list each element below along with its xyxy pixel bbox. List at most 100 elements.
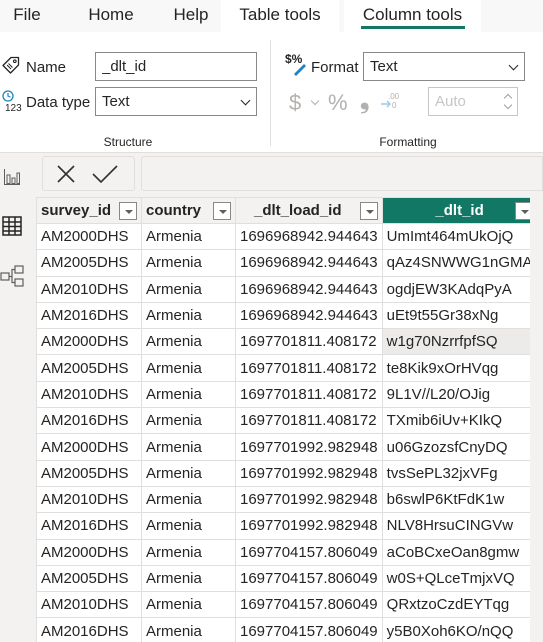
cell-dlt-load-id[interactable]: 1696968942.944643 bbox=[235, 249, 383, 277]
cell-country[interactable]: Armenia bbox=[141, 485, 236, 514]
cell-dlt-id[interactable]: b6swlP6KtFdK1w bbox=[381, 485, 538, 514]
table-icon[interactable] bbox=[2, 216, 22, 241]
cell-country[interactable]: Armenia bbox=[141, 249, 236, 277]
cell-dlt-load-id[interactable]: 1697704157.806049 bbox=[235, 591, 383, 619]
cell-dlt-id[interactable]: w0S+QLceTmjxVQ bbox=[381, 564, 538, 593]
cell-survey-id[interactable]: AM2016DHS bbox=[36, 512, 142, 540]
filter-dropdown-icon[interactable] bbox=[359, 202, 378, 220]
table-row[interactable]: AM2010DHS Armenia 1696968942.944643 ogdjEW3… bbox=[36, 275, 538, 303]
cell-country[interactable]: Armenia bbox=[141, 459, 236, 487]
table-row[interactable]: AM2016DHS Armenia 1697704157.806049 y5B0Xoh… bbox=[36, 617, 538, 642]
column-header-survey-id[interactable]: survey_id bbox=[36, 197, 142, 224]
cell-survey-id[interactable]: AM2010DHS bbox=[36, 591, 142, 619]
cell-dlt-load-id[interactable]: 1697701811.408172 bbox=[235, 328, 383, 356]
cell-dlt-load-id[interactable]: 1697704157.806049 bbox=[235, 564, 383, 593]
table-row[interactable]: AM2010DHS Armenia 1697701992.982948 b6swlP6… bbox=[36, 485, 538, 514]
table-row[interactable]: AM2005DHS Armenia 1697704157.806049 w0S+QLc… bbox=[36, 564, 538, 593]
cell-survey-id[interactable]: AM2016DHS bbox=[36, 301, 142, 330]
cell-dlt-id[interactable]: aCoBCxeOan8gmw bbox=[381, 538, 538, 566]
spin-down-icon[interactable] bbox=[503, 100, 513, 110]
cell-country[interactable]: Armenia bbox=[141, 564, 236, 593]
table-row[interactable]: AM2005DHS Armenia 1697701992.982948 tvsSePL… bbox=[36, 459, 538, 487]
model-icon[interactable] bbox=[0, 264, 26, 295]
cell-survey-id[interactable]: AM2000DHS bbox=[36, 222, 142, 251]
table-row[interactable]: AM2000DHS Armenia 1696968942.944643 UmImt46… bbox=[36, 222, 538, 251]
column-header-dlt-load-id[interactable]: _dlt_load_id bbox=[235, 197, 383, 224]
cell-survey-id[interactable]: AM2005DHS bbox=[36, 459, 142, 487]
cell-dlt-id[interactable]: tvsSePL32jxVFg bbox=[381, 459, 538, 487]
cell-country[interactable]: Armenia bbox=[141, 512, 236, 540]
filter-dropdown-icon[interactable] bbox=[119, 202, 137, 220]
cell-dlt-load-id[interactable]: 1696968942.944643 bbox=[235, 275, 383, 303]
cell-dlt-load-id[interactable]: 1697701811.408172 bbox=[235, 354, 383, 382]
cell-country[interactable]: Armenia bbox=[141, 407, 236, 435]
cell-survey-id[interactable]: AM2005DHS bbox=[36, 249, 142, 277]
cell-survey-id[interactable]: AM2005DHS bbox=[36, 564, 142, 593]
table-row[interactable]: AM2005DHS Armenia 1696968942.944643 qAz4SNW… bbox=[36, 249, 538, 277]
tab-table-tools[interactable]: Table tools bbox=[221, 0, 339, 32]
cell-survey-id[interactable]: AM2010DHS bbox=[36, 485, 142, 514]
tab-column-tools[interactable]: Column tools bbox=[344, 0, 481, 32]
cell-dlt-load-id[interactable]: 1697704157.806049 bbox=[235, 538, 383, 566]
cell-country[interactable]: Armenia bbox=[141, 380, 236, 409]
cell-survey-id[interactable]: AM2000DHS bbox=[36, 328, 142, 356]
cell-dlt-load-id[interactable]: 1697704157.806049 bbox=[235, 617, 383, 642]
table-row[interactable]: AM2010DHS Armenia 1697704157.806049 QRxtzoC… bbox=[36, 591, 538, 619]
table-row[interactable]: AM2016DHS Armenia 1697701811.408172 TXmib6i… bbox=[36, 407, 538, 435]
cell-dlt-id[interactable]: u06GzozsfCnyDQ bbox=[381, 433, 538, 461]
formula-input[interactable] bbox=[141, 156, 543, 191]
cell-dlt-id[interactable]: te8Kik9xOrHVqg bbox=[381, 354, 538, 382]
cell-dlt-id[interactable]: 9L1V//L20/OJig bbox=[381, 380, 538, 409]
data-type-select[interactable]: Text bbox=[95, 87, 257, 116]
cell-dlt-load-id[interactable]: 1697701811.408172 bbox=[235, 380, 383, 409]
cell-dlt-id[interactable]: w1g70NzrrfpfSQ bbox=[381, 328, 538, 356]
cell-survey-id[interactable]: AM2010DHS bbox=[36, 275, 142, 303]
decimal-places-icon[interactable]: .00 0 bbox=[380, 90, 402, 117]
cell-country[interactable]: Armenia bbox=[141, 275, 236, 303]
cell-dlt-id[interactable]: NLV8HrsuCINGVw bbox=[381, 512, 538, 540]
percent-button[interactable]: % bbox=[328, 90, 348, 116]
cell-dlt-id[interactable]: y5B0Xoh6KO/nQQ bbox=[381, 617, 538, 642]
cell-dlt-id[interactable]: UmImt464mUkOjQ bbox=[381, 222, 538, 251]
close-icon[interactable] bbox=[56, 164, 76, 189]
cell-country[interactable]: Armenia bbox=[141, 328, 236, 356]
cell-country[interactable]: Armenia bbox=[141, 538, 236, 566]
cell-dlt-id[interactable]: ogdjEW3KAdqPyA bbox=[381, 275, 538, 303]
cell-dlt-load-id[interactable]: 1697701992.982948 bbox=[235, 459, 383, 487]
cell-survey-id[interactable]: AM2000DHS bbox=[36, 433, 142, 461]
cell-country[interactable]: Armenia bbox=[141, 433, 236, 461]
cell-dlt-load-id[interactable]: 1696968942.944643 bbox=[235, 222, 383, 251]
cell-dlt-id[interactable]: qAz4SNWWG1nGMA bbox=[381, 249, 538, 277]
cell-country[interactable]: Armenia bbox=[141, 617, 236, 642]
cell-dlt-load-id[interactable]: 1697701992.982948 bbox=[235, 512, 383, 540]
table-row[interactable]: AM2016DHS Armenia 1696968942.944643 uEt9t55… bbox=[36, 301, 538, 330]
cell-country[interactable]: Armenia bbox=[141, 354, 236, 382]
cell-dlt-load-id[interactable]: 1696968942.944643 bbox=[235, 301, 383, 330]
column-name-input[interactable] bbox=[95, 52, 257, 81]
table-row[interactable]: AM2000DHS Armenia 1697704157.806049 aCoBCxe… bbox=[36, 538, 538, 566]
tab-help[interactable]: Help bbox=[166, 0, 216, 32]
cell-dlt-load-id[interactable]: 1697701811.408172 bbox=[235, 407, 383, 435]
table-row[interactable]: AM2010DHS Armenia 1697701811.408172 9L1V//L… bbox=[36, 380, 538, 409]
cell-dlt-load-id[interactable]: 1697701992.982948 bbox=[235, 433, 383, 461]
cell-country[interactable]: Armenia bbox=[141, 301, 236, 330]
tab-home[interactable]: Home bbox=[82, 0, 140, 32]
cell-survey-id[interactable]: AM2000DHS bbox=[36, 538, 142, 566]
cell-survey-id[interactable]: AM2010DHS bbox=[36, 380, 142, 409]
cell-dlt-load-id[interactable]: 1697701992.982948 bbox=[235, 485, 383, 514]
cell-survey-id[interactable]: AM2005DHS bbox=[36, 354, 142, 382]
filter-dropdown-icon[interactable] bbox=[213, 202, 231, 220]
column-header-country[interactable]: country bbox=[141, 197, 236, 224]
table-row[interactable]: AM2000DHS Armenia 1697701992.982948 u06Gzoz… bbox=[36, 433, 538, 461]
tab-file[interactable]: File bbox=[6, 0, 48, 32]
currency-dropdown-chevron-icon[interactable] bbox=[310, 96, 320, 106]
comma-style-button[interactable]: ❟ bbox=[360, 87, 369, 115]
cell-dlt-id[interactable]: TXmib6iUv+KIkQ bbox=[381, 407, 538, 435]
check-icon[interactable] bbox=[92, 164, 118, 189]
column-header-dlt-id[interactable]: _dlt_id bbox=[381, 197, 538, 224]
bar-chart-icon[interactable] bbox=[3, 168, 21, 191]
cell-dlt-id[interactable]: uEt9t55Gr38xNg bbox=[381, 301, 538, 330]
cell-country[interactable]: Armenia bbox=[141, 222, 236, 251]
table-row[interactable]: AM2005DHS Armenia 1697701811.408172 te8Kik9… bbox=[36, 354, 538, 382]
table-row[interactable]: AM2000DHS Armenia 1697701811.408172 w1g70Nz… bbox=[36, 328, 538, 356]
